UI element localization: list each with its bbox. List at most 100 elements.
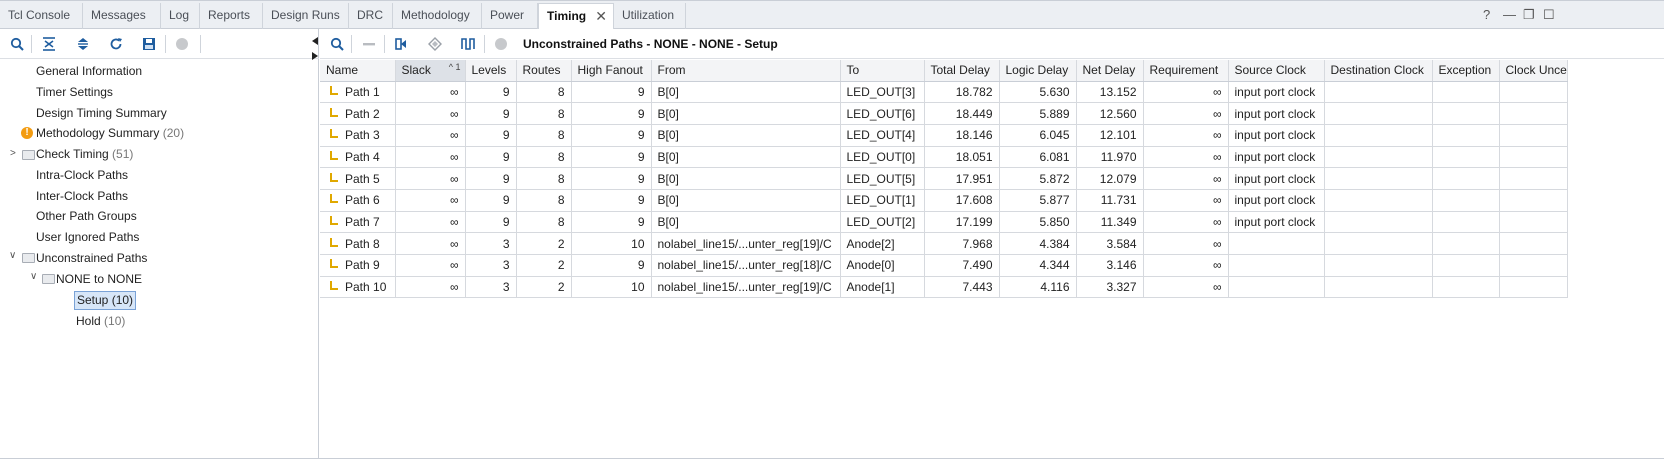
tree-design-timing-summary[interactable]: Design Timing Summary <box>36 104 167 123</box>
maximize-icon[interactable]: ☐ <box>1543 7 1555 23</box>
tab-utilization[interactable]: Utilization <box>614 3 686 29</box>
table-row[interactable]: Path 4 ∞ 9 8 9 B[0] LED_OUT[0] 18.051 6.081 11.97… <box>320 146 1568 169</box>
column-label: Source Clock <box>1234 63 1306 78</box>
column-header-exception[interactable]: Exception <box>1432 60 1500 82</box>
cell-to: LED_OUT[0] <box>840 146 925 169</box>
column-header-logic-delay[interactable]: Logic Delay <box>999 60 1077 82</box>
folder-icon <box>22 253 35 263</box>
cell-routes: 8 <box>516 189 572 212</box>
table-row[interactable]: Path 9 ∞ 3 2 9 nolabel_line15/...unter_reg[18… <box>320 254 1568 277</box>
cell-from: nolabel_line15/...unter_reg[18]/C <box>651 254 841 277</box>
splitter-arrows-icon[interactable] <box>311 36 319 66</box>
column-header-routes[interactable]: Routes <box>516 60 572 82</box>
chevron-down-icon[interactable]: ∨ <box>9 250 16 261</box>
table-row[interactable]: Path 2 ∞ 9 8 9 B[0] LED_OUT[6] 18.449 5.889 12.56… <box>320 102 1568 125</box>
path-name: Path 7 <box>345 214 380 229</box>
cell-high-fanout: 10 <box>571 232 652 255</box>
hold-count: (10) <box>104 314 126 328</box>
column-label: Clock Unce <box>1505 63 1567 78</box>
tree-methodology-summary[interactable]: Methodology Summary (20) <box>36 124 184 143</box>
chevron-down-icon[interactable]: ∨ <box>30 271 37 282</box>
tree-hold[interactable]: Hold (10) <box>76 312 125 331</box>
table-row[interactable]: Path 1 ∞ 9 8 9 B[0] LED_OUT[3] 18.782 5.630 13.15… <box>320 81 1568 104</box>
tree-inter-clock-paths[interactable]: Inter-Clock Paths <box>36 187 128 206</box>
tree-general-information[interactable]: General Information <box>36 62 142 81</box>
close-icon[interactable]: ✕ <box>595 4 607 29</box>
tab-methodology[interactable]: Methodology <box>393 3 482 29</box>
column-header-clock-unce[interactable]: Clock Unce <box>1499 60 1568 82</box>
column-header-to[interactable]: To <box>840 60 925 82</box>
table-row[interactable]: Path 7 ∞ 9 8 9 B[0] LED_OUT[2] 17.199 5.850 11.34… <box>320 211 1568 234</box>
table-row[interactable]: Path 5 ∞ 9 8 9 B[0] LED_OUT[5] 17.951 5.872 12.07… <box>320 167 1568 190</box>
cell-net-delay: 3.584 <box>1076 232 1144 255</box>
column-header-slack[interactable]: Slack ^ 1 <box>395 60 466 82</box>
expand-all-icon[interactable] <box>73 34 93 54</box>
tab-messages[interactable]: Messages <box>83 3 161 29</box>
schematic-icon[interactable] <box>392 34 412 54</box>
tree-check-timing[interactable]: Check Timing (51) <box>36 145 133 164</box>
help-icon[interactable]: ? <box>1483 7 1490 22</box>
cell-total-delay: 18.051 <box>924 146 1000 169</box>
path-name-cell: Path 3 <box>320 124 396 147</box>
methodology-summary-label: Methodology Summary <box>36 126 160 140</box>
table-row[interactable]: Path 10 ∞ 3 2 10 nolabel_line15/...unter_reg[… <box>320 276 1568 299</box>
tree-timer-settings[interactable]: Timer Settings <box>36 83 113 102</box>
timing-path-icon <box>328 237 339 249</box>
stop-icon[interactable] <box>172 34 192 54</box>
column-header-destination-clock[interactable]: Destination Clock <box>1324 60 1433 82</box>
table-header: Name Slack ^ 1 Levels Routes High Fanout From T… <box>320 60 1568 82</box>
table-row[interactable]: Path 3 ∞ 9 8 9 B[0] LED_OUT[4] 18.146 6.045 12.10… <box>320 124 1568 147</box>
column-header-levels[interactable]: Levels <box>465 60 517 82</box>
table-row[interactable]: Path 6 ∞ 9 8 9 B[0] LED_OUT[1] 17.608 5.877 11.73… <box>320 189 1568 212</box>
minimize-icon[interactable]: — <box>1503 7 1516 22</box>
column-header-requirement[interactable]: Requirement <box>1143 60 1229 82</box>
cell-high-fanout: 9 <box>571 189 652 212</box>
column-header-high-fanout[interactable]: High Fanout <box>571 60 652 82</box>
refresh-icon[interactable] <box>106 34 126 54</box>
tab-timing[interactable]: Timing ✕ <box>538 3 614 30</box>
tree-other-path-groups[interactable]: Other Path Groups <box>36 207 137 226</box>
column-header-from[interactable]: From <box>651 60 841 82</box>
tree-intra-clock-paths[interactable]: Intra-Clock Paths <box>36 166 128 185</box>
restore-icon[interactable]: ❐ <box>1523 7 1535 23</box>
cell-clock-unce <box>1499 276 1568 299</box>
tab-log[interactable]: Log <box>161 3 200 29</box>
tab-design-runs[interactable]: Design Runs <box>263 3 349 29</box>
waveform-icon[interactable] <box>458 34 478 54</box>
search-icon[interactable] <box>7 34 27 54</box>
cell-levels: 9 <box>465 146 517 169</box>
table-row[interactable]: Path 8 ∞ 3 2 10 nolabel_line15/...unter_reg[1… <box>320 232 1568 255</box>
column-header-source-clock[interactable]: Source Clock <box>1228 60 1325 82</box>
tree-none-to-none[interactable]: NONE to NONE <box>56 270 142 289</box>
cell-routes: 2 <box>516 232 572 255</box>
tab-reports[interactable]: Reports <box>200 3 263 29</box>
cell-levels: 9 <box>465 124 517 147</box>
highlight-icon[interactable] <box>425 34 445 54</box>
column-header-total-delay[interactable]: Total Delay <box>924 60 1000 82</box>
chevron-right-icon[interactable]: > <box>10 148 16 159</box>
tree-user-ignored-paths[interactable]: User Ignored Paths <box>36 228 139 247</box>
search-icon[interactable] <box>327 34 347 54</box>
tree-unconstrained-paths[interactable]: Unconstrained Paths <box>36 249 147 268</box>
cell-to: Anode[1] <box>840 276 925 299</box>
save-icon[interactable] <box>139 34 159 54</box>
cell-total-delay: 17.951 <box>924 167 1000 190</box>
collapse-all-icon[interactable] <box>39 34 59 54</box>
stop-icon[interactable] <box>491 34 511 54</box>
column-header-net-delay[interactable]: Net Delay <box>1076 60 1144 82</box>
path-name-cell: Path 4 <box>320 146 396 169</box>
check-timing-count: (51) <box>112 147 134 161</box>
tab-power[interactable]: Power <box>482 3 538 29</box>
path-name: Path 1 <box>345 84 380 99</box>
cell-levels: 9 <box>465 81 517 104</box>
cell-total-delay: 17.608 <box>924 189 1000 212</box>
minus-icon[interactable] <box>359 34 379 54</box>
cell-logic-delay: 5.889 <box>999 102 1077 125</box>
tree-setup[interactable]: Setup (10) <box>74 291 137 310</box>
cell-destination-clock <box>1324 232 1433 255</box>
tab-drc[interactable]: DRC <box>349 3 393 29</box>
cell-clock-unce <box>1499 81 1568 104</box>
tab-tcl-console[interactable]: Tcl Console <box>0 3 83 29</box>
column-header-name[interactable]: Name <box>320 60 396 82</box>
tree-toolbar <box>0 29 319 59</box>
